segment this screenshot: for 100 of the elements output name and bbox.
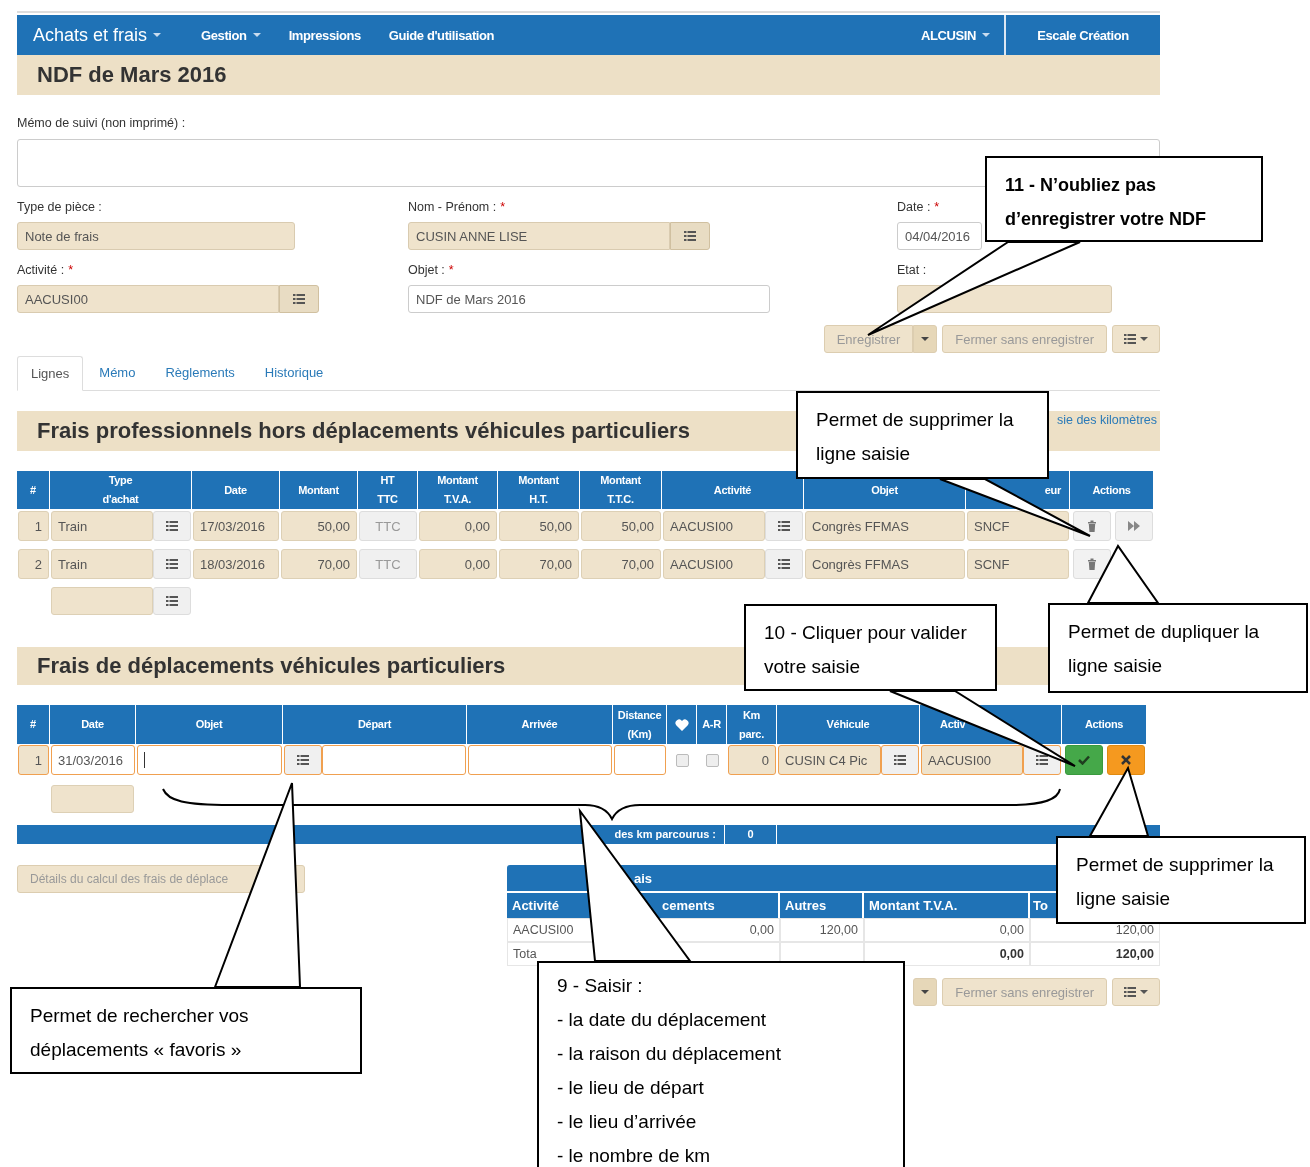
amount-field[interactable]: 50,00 <box>281 511 357 541</box>
text-field[interactable]: Congrès FFMAS <box>805 511 965 541</box>
list-button[interactable] <box>881 745 919 775</box>
list-item: - le lieu de départ <box>557 1076 705 1100</box>
list-item: - le lieu d’arrivée <box>557 1110 698 1134</box>
table-title-text: ais <box>634 870 653 886</box>
column-header: Véhicule <box>777 705 920 744</box>
lookup-field[interactable]: AACUSI00 <box>663 511 765 541</box>
tab[interactable]: Lignes <box>17 356 84 391</box>
field-label: Objet : <box>408 263 445 277</box>
list-icon <box>293 293 305 305</box>
column-header: Date <box>192 471 280 509</box>
checkbox[interactable] <box>675 753 689 767</box>
list-icon <box>166 558 178 570</box>
input-field[interactable] <box>614 745 666 775</box>
text-field[interactable]: Congrès FFMAS <box>805 549 965 579</box>
callout-text: 11 - N’oubliez pas d’enregistrer votre NDF <box>1005 174 1208 231</box>
list-icon <box>778 558 790 570</box>
field-label: Date : <box>897 200 931 214</box>
list-icon <box>1124 333 1136 345</box>
amount-field[interactable]: 50,00 <box>499 511 579 541</box>
input-field[interactable] <box>137 745 282 775</box>
list-icon <box>166 520 178 532</box>
list-item: - la date du déplacement <box>557 1008 768 1032</box>
text-field[interactable]: CUSIN ANNE LISE <box>408 222 670 250</box>
row-number: 2 <box>18 549 49 579</box>
tab[interactable]: Historique <box>250 355 338 390</box>
list-button[interactable] <box>153 587 191 615</box>
amount-field[interactable]: 70,00 <box>581 549 661 579</box>
list-button[interactable] <box>765 511 803 541</box>
lookup-field[interactable]: CUSIN C4 Pic <box>778 745 881 775</box>
required-mark: * <box>68 263 74 277</box>
field-label: Nom - Prénom : <box>408 200 497 214</box>
text-field[interactable]: 18/03/2016 <box>193 549 279 579</box>
caret-icon <box>1140 337 1148 341</box>
lookup-field[interactable]: Train <box>51 511 153 541</box>
list-button[interactable] <box>284 745 322 775</box>
amount-field[interactable]: 50,00 <box>581 511 661 541</box>
text-field[interactable]: NDF de Mars 2016 <box>408 285 770 313</box>
lookup-field[interactable] <box>51 587 153 615</box>
menu-button[interactable] <box>1112 978 1160 1006</box>
lookup-field[interactable]: AACUSI00 <box>921 745 1023 775</box>
dropdown-button[interactable] <box>913 978 938 1006</box>
text-field[interactable]: AACUSI00 <box>17 285 279 313</box>
list-button[interactable] <box>153 511 191 541</box>
text-field[interactable]: 04/04/2016 <box>897 222 982 250</box>
column-header: Montant H.T. <box>498 471 580 509</box>
column-header: Montant T.V.A. <box>864 893 1030 918</box>
text-field[interactable] <box>51 785 134 813</box>
input-field[interactable]: 31/03/2016 <box>51 745 135 775</box>
dropdown-button[interactable] <box>913 325 938 353</box>
checkbox[interactable] <box>705 753 719 767</box>
nav-link[interactable]: ALCUSIN <box>921 27 976 43</box>
delete-button[interactable] <box>1073 549 1111 579</box>
amount-field[interactable]: 70,00 <box>281 549 357 579</box>
column-header: Autres <box>780 893 864 918</box>
menu-button[interactable] <box>1112 325 1160 353</box>
list-button[interactable] <box>153 549 191 579</box>
cancel-button[interactable] <box>1107 745 1145 775</box>
column-header: A-R <box>697 705 727 744</box>
nav-link[interactable]: Escale Création <box>1037 27 1129 43</box>
callout-text: Permet de dupliquer la ligne saisie <box>1068 620 1261 678</box>
text-field[interactable]: SNCF <box>967 511 1069 541</box>
amount-field[interactable]: 70,00 <box>499 549 579 579</box>
lookup-field[interactable]: Train <box>51 549 153 579</box>
column-header: Montant T.T.C. <box>580 471 662 509</box>
list-item: - la raison du déplacement <box>557 1042 782 1066</box>
amount-field[interactable]: 0,00 <box>419 511 497 541</box>
section-title: Frais professionnels hors déplacements véhicules particuliers <box>37 418 690 444</box>
list-icon <box>1036 754 1048 766</box>
validate-button[interactable] <box>1065 745 1103 775</box>
tab[interactable]: Mémo <box>85 355 150 390</box>
heart-icon <box>674 718 689 731</box>
column-header: Départ <box>283 705 467 744</box>
input-field[interactable] <box>468 745 612 775</box>
link[interactable]: sie des kilomètres <box>1056 413 1157 427</box>
text-field[interactable]: 17/03/2016 <box>193 511 279 541</box>
table-cell: 120,00 <box>1030 942 1160 966</box>
amount-field[interactable]: 0,00 <box>419 549 497 579</box>
amount-field[interactable]: 0 <box>728 745 776 775</box>
column-header: Montant T.V.A. <box>418 471 498 509</box>
field-label: Activité : <box>17 263 65 277</box>
nav-link[interactable]: Gestion <box>201 27 247 43</box>
tab[interactable]: Règlements <box>151 355 249 390</box>
list-icon <box>684 230 696 242</box>
input-field[interactable] <box>322 745 466 775</box>
delete-button[interactable] <box>1073 511 1111 541</box>
lookup-field[interactable]: AACUSI00 <box>663 549 765 579</box>
list-button[interactable] <box>765 549 803 579</box>
table-cell: 120,00 <box>780 918 864 942</box>
page-title: NDF de Mars 2016 <box>37 62 227 88</box>
list-icon <box>778 520 790 532</box>
table-cell: 0,00 <box>864 918 1030 942</box>
text-field[interactable]: SCNF <box>967 549 1069 579</box>
section-title: Frais de déplacements véhicules particuliers <box>37 653 506 679</box>
nav-link[interactable]: Impressions <box>288 27 361 43</box>
nav-link[interactable]: Guide d'utilisation <box>388 27 495 43</box>
nav-link[interactable]: Achats et frais <box>33 24 148 46</box>
text-field[interactable]: Note de frais <box>17 222 295 250</box>
callout-text: Permet de supprimer la ligne saisie <box>816 408 1015 466</box>
